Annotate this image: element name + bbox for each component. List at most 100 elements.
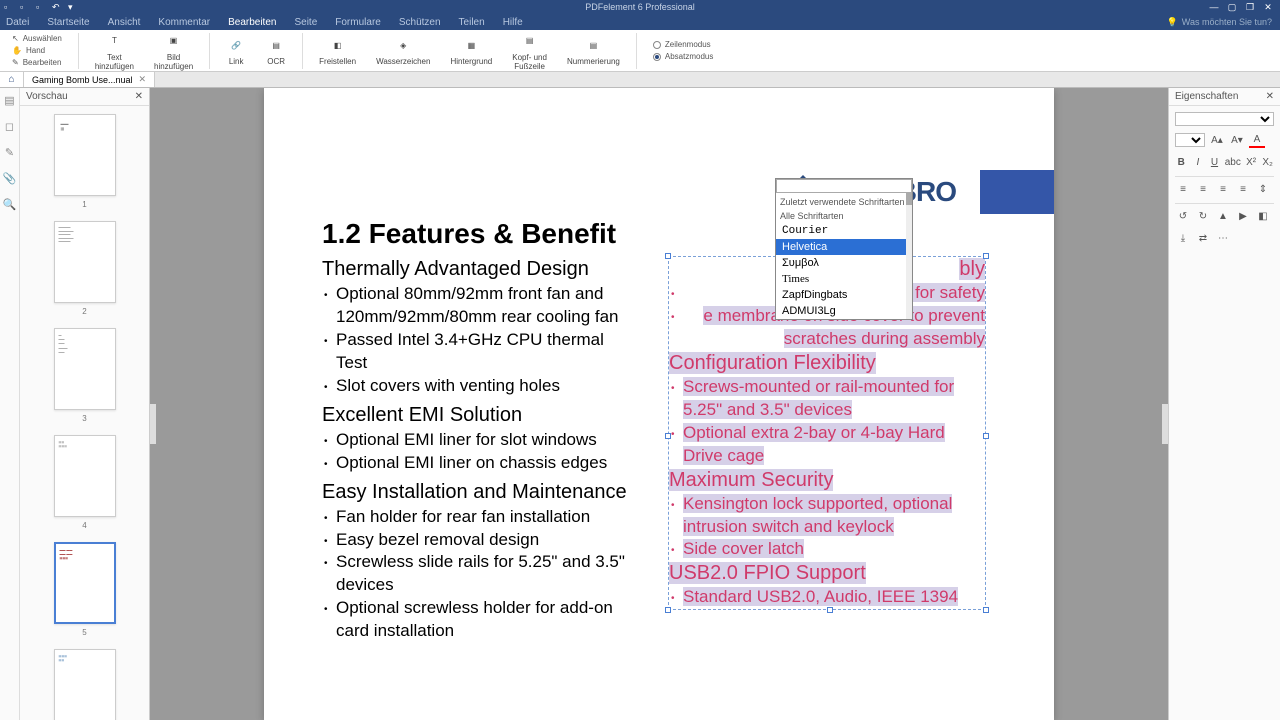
add-image-button[interactable]: ▣Bild hinzufügen [150,31,197,71]
align-justify-icon[interactable]: ≡ [1235,181,1251,197]
close-button[interactable]: ✕ [1260,1,1276,13]
menu-formulare[interactable]: Formulare [335,17,381,28]
menu-seite[interactable]: Seite [294,17,317,28]
font-input[interactable] [776,179,912,193]
watermark-icon: ◈ [393,35,413,55]
save-icon[interactable]: ▫ [20,2,30,12]
page-thumb-selected[interactable]: ▬▬ ▬▬▬▬ ▬▬▦▦▦ [54,542,116,624]
font-option-selected[interactable]: Helvetica [776,239,912,255]
thumb-label: 5 [20,628,149,637]
background-button[interactable]: ▦Hintergrund [446,35,496,66]
italic-icon[interactable]: I [1192,154,1205,170]
flip-v-icon[interactable]: ▶ [1235,208,1251,224]
font-option[interactable]: Συμβολ [776,255,912,271]
list-item: Easy bezel removal design [336,529,632,552]
font-dropdown[interactable]: Zuletzt verwendete Schriftarten Alle Sch… [775,178,913,320]
font-color-icon[interactable]: A [1249,132,1265,148]
menu-bearbeiten[interactable]: Bearbeiten [228,17,276,28]
bold-icon[interactable]: B [1175,154,1188,170]
search-help[interactable]: 💡 Was möchten Sie tun? [1167,17,1272,28]
font-style-select[interactable] [1175,133,1205,147]
image-icon: ▣ [164,31,184,51]
font-option[interactable]: ADMUI3Lg [776,303,912,319]
page-thumb[interactable]: ▦▦▦▦▦ [54,649,116,720]
align-center-icon[interactable]: ≡ [1195,181,1211,197]
menu-startseite[interactable]: Startseite [47,17,89,28]
properties-panel: Eigenschaften ✕ A▴ A▾ A B I U abc X² X₂ … [1168,88,1280,720]
workspace[interactable]: CHENBRO 1.2 Features & Benefit Thermally… [150,88,1168,720]
add-text-button[interactable]: TText hinzufügen [91,31,138,71]
align-right-icon[interactable]: ≡ [1215,181,1231,197]
page-thumb[interactable]: ▬▬▦ [54,114,116,196]
menu-hilfe[interactable]: Hilfe [503,17,523,28]
thumbnails-tool-icon[interactable]: ▤ [3,94,17,108]
min-button[interactable]: — [1206,1,1222,13]
bookmark-tool-icon[interactable]: ◻ [3,120,17,134]
rotate-left-icon[interactable]: ↺ [1175,208,1191,224]
more-icon[interactable]: ⋯ [1215,230,1231,246]
link-button[interactable]: 🔗Link [222,35,250,66]
menu-schuetzen[interactable]: Schützen [399,17,441,28]
superscript-icon[interactable]: X² [1245,154,1258,170]
subscript-icon[interactable]: X₂ [1261,154,1274,170]
annotation-tool-icon[interactable]: ✎ [3,146,17,160]
underline-icon[interactable]: U [1208,154,1221,170]
font-option[interactable]: Courier [776,223,912,239]
numbering-button[interactable]: ▤Nummerierung [563,35,624,66]
subheading: Easy Installation and Maintenance [322,481,632,504]
ocr-button[interactable]: ▤OCR [262,35,290,66]
header-icon: ▤ [520,31,540,51]
flip-h-icon[interactable]: ▲ [1215,208,1231,224]
replace-icon[interactable]: ⇄ [1195,230,1211,246]
restore-button[interactable]: ❐ [1242,1,1258,13]
home-tab[interactable]: ⌂ [0,72,24,87]
line-spacing-icon[interactable]: ⇕ [1255,181,1271,197]
mode-paragraph[interactable]: Absatzmodus [649,51,717,62]
page-thumb[interactable]: ▦▦▦▦▦ [54,435,116,517]
mode-line[interactable]: Zeilenmodus [649,39,717,50]
document-tab[interactable]: Gaming Bomb Use...nual ✕ [24,72,155,87]
font-family-select[interactable] [1175,112,1274,126]
menu-teilen[interactable]: Teilen [459,17,485,28]
headerfooter-button[interactable]: ▤Kopf- und Fußzeile [508,31,551,71]
print-icon[interactable]: ▫ [36,2,46,12]
undo-icon[interactable]: ↶ [52,2,62,12]
font-size-up-icon[interactable]: A▴ [1209,132,1225,148]
rotate-right-icon[interactable]: ↻ [1195,208,1211,224]
font-option[interactable]: ZapfDingbats [776,287,912,303]
menu-datei[interactable]: Datei [6,17,29,28]
collapse-left-handle[interactable] [150,404,156,444]
sel-subheading: USB2.0 FPIO Support [669,562,866,584]
font-size-down-icon[interactable]: A▾ [1229,132,1245,148]
redo-icon[interactable]: ▾ [68,2,78,12]
dropdown-scrollbar[interactable] [906,193,912,319]
thumbnails-list[interactable]: ▬▬▦ 1 ▬▬▬▬▬▬▬▬▬▬▬▬▬▬▬▬▬▬▬▬▬▬ 2 ▬▬▬▬▬▬▬▬▬… [20,106,149,720]
crop-icon[interactable]: ◧ [1255,208,1271,224]
close-panel-icon[interactable]: ✕ [135,91,143,102]
attachment-tool-icon[interactable]: 📎 [3,172,17,186]
crop-button[interactable]: ◧Freistellen [315,35,360,66]
tool-edit[interactable]: ✎Bearbeiten [8,57,66,68]
resize-handle[interactable] [665,607,671,613]
resize-handle[interactable] [983,253,989,259]
tool-select[interactable]: ↖Auswählen [8,33,66,44]
align-left-icon[interactable]: ≡ [1175,181,1191,197]
list-item: Optional EMI liner for slot windows [336,429,632,452]
menu-kommentar[interactable]: Kommentar [158,17,210,28]
search-tool-icon[interactable]: 🔍 [3,198,17,212]
watermark-button[interactable]: ◈Wasserzeichen [372,35,434,66]
font-option[interactable]: Times [776,271,912,287]
resize-handle[interactable] [665,253,671,259]
extract-icon[interactable]: ⤓ [1175,230,1191,246]
menu-ansicht[interactable]: Ansicht [108,17,141,28]
sel-subheading-frag: bly [959,258,985,280]
page-thumb[interactable]: ▬▬▬▬▬▬▬▬▬▬ [54,328,116,410]
collapse-right-handle[interactable] [1162,404,1168,444]
thumb-label: 2 [20,307,149,316]
strike-icon[interactable]: abc [1225,154,1241,170]
page-thumb[interactable]: ▬▬▬▬▬▬▬▬▬▬▬▬▬▬▬▬▬▬▬▬▬▬ [54,221,116,303]
close-tab-icon[interactable]: ✕ [139,74,147,85]
tool-hand[interactable]: ✋Hand [8,45,66,56]
max-button[interactable]: ▢ [1224,1,1240,13]
close-properties-icon[interactable]: ✕ [1266,91,1274,102]
